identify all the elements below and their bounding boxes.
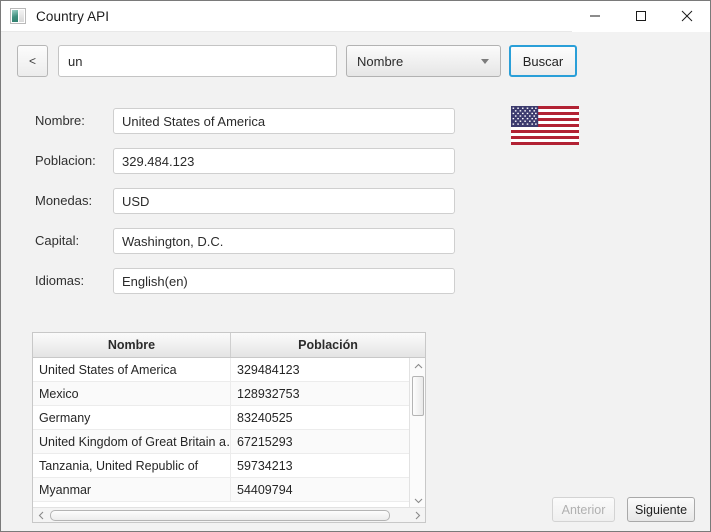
field-row-capital: Capital: — [1, 228, 471, 254]
search-toolbar: < Nombre Buscar — [1, 33, 710, 89]
cell-nombre: Mexico — [33, 382, 231, 405]
column-header-poblacion[interactable]: Población — [231, 333, 425, 357]
value-nombre[interactable] — [113, 108, 455, 134]
cell-nombre: Germany — [33, 406, 231, 429]
search-input[interactable] — [58, 45, 337, 77]
value-monedas[interactable] — [113, 188, 455, 214]
next-page-button[interactable]: Siguiente — [627, 497, 695, 522]
previous-page-button[interactable]: Anterior — [552, 497, 615, 522]
cell-nombre: United Kingdom of Great Britain a… — [33, 430, 231, 453]
field-row-monedas: Monedas: — [1, 188, 471, 214]
table-row[interactable]: United Kingdom of Great Britain a… 67215… — [33, 430, 425, 454]
vertical-scroll-thumb[interactable] — [412, 376, 424, 416]
results-table: Nombre Población United States of Americ… — [32, 332, 426, 523]
label-capital: Capital: — [35, 233, 80, 248]
table-vertical-scrollbar[interactable] — [409, 358, 425, 508]
table-horizontal-scrollbar[interactable] — [33, 507, 425, 522]
field-row-idiomas: Idiomas: — [1, 268, 471, 294]
label-nombre: Nombre: — [35, 113, 85, 128]
search-field-select-value: Nombre — [357, 53, 404, 69]
table-header-row: Nombre Población — [33, 333, 425, 358]
field-row-poblacion: Poblacion: — [1, 148, 471, 174]
cell-nombre: Tanzania, United Republic of — [33, 454, 231, 477]
scroll-down-icon[interactable] — [410, 493, 425, 508]
label-poblacion: Poblacion: — [35, 153, 96, 168]
horizontal-scroll-thumb[interactable] — [50, 509, 390, 521]
value-capital[interactable] — [113, 228, 455, 254]
title-bar: Country API — [1, 1, 710, 32]
application-window: Country API < Nombre Buscar Nombre: — [0, 0, 711, 532]
chevron-down-icon — [481, 58, 489, 64]
table-row[interactable]: United States of America 329484123 — [33, 358, 425, 382]
back-button[interactable]: < — [17, 45, 48, 77]
close-icon[interactable] — [664, 1, 710, 32]
table-row[interactable]: Tanzania, United Republic of 59734213 — [33, 454, 425, 478]
scroll-left-icon[interactable] — [33, 508, 48, 523]
cell-poblacion: 59734213 — [237, 458, 293, 473]
cell-poblacion: 54409794 — [237, 482, 293, 497]
scroll-up-icon[interactable] — [410, 358, 425, 373]
column-header-nombre[interactable]: Nombre — [33, 333, 231, 357]
value-idiomas[interactable] — [113, 268, 455, 294]
country-detail-form: Nombre: Poblacion: Monedas: Capital: Idi… — [1, 89, 710, 304]
cell-poblacion: 83240525 — [237, 410, 293, 425]
value-poblacion[interactable] — [113, 148, 455, 174]
maximize-icon[interactable] — [618, 1, 664, 32]
search-field-select[interactable]: Nombre — [346, 45, 501, 77]
cell-poblacion: 329484123 — [237, 362, 300, 377]
window-title: Country API — [36, 8, 110, 24]
label-idiomas: Idiomas: — [35, 273, 85, 288]
table-row[interactable]: Mexico 128932753 — [33, 382, 425, 406]
app-window-icon — [10, 8, 26, 24]
table-row[interactable]: Germany 83240525 — [33, 406, 425, 430]
cell-nombre: Myanmar — [33, 478, 231, 501]
search-button[interactable]: Buscar — [509, 45, 577, 77]
cell-nombre: United States of America — [33, 358, 231, 381]
cell-poblacion: 67215293 — [237, 434, 293, 449]
united-states-flag — [511, 106, 579, 145]
cell-poblacion: 128932753 — [237, 386, 300, 401]
table-row[interactable]: Myanmar 54409794 — [33, 478, 425, 502]
table-body: United States of America 329484123 Mexic… — [33, 358, 425, 508]
horizontal-scroll-track[interactable] — [48, 508, 410, 523]
scroll-right-icon[interactable] — [410, 508, 425, 523]
field-row-nombre: Nombre: — [1, 108, 471, 134]
window-controls — [572, 1, 710, 32]
minimize-icon[interactable] — [572, 1, 618, 32]
label-monedas: Monedas: — [35, 193, 93, 208]
